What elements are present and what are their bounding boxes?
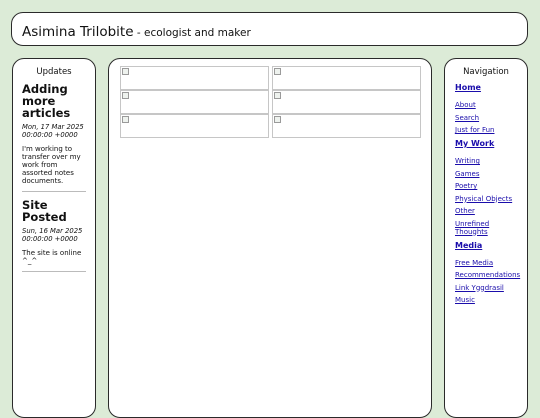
nav-link-writing[interactable]: Writing: [455, 157, 517, 165]
nav-section-home: Home About Search Just for Fun: [455, 83, 517, 134]
nav-link-free-media[interactable]: Free Media: [455, 259, 517, 267]
gallery-image[interactable]: [120, 66, 269, 90]
navigation-panel[interactable]: Navigation Home About Search Just for Fu…: [444, 58, 528, 418]
nav-link-unrefined-thoughts[interactable]: Unrefined Thoughts: [455, 220, 517, 236]
nav-heading-my-work[interactable]: My Work: [455, 139, 517, 148]
navigation-title: Navigation: [463, 67, 509, 77]
nav-link-just-for-fun[interactable]: Just for Fun: [455, 126, 517, 134]
nav-section-media: Media Free Media Recommendations Link Yg…: [455, 241, 520, 305]
update-post: Adding more articles Mon, 17 Mar 2025 00…: [22, 83, 86, 192]
title-separator: -: [133, 27, 145, 39]
nav-heading-media[interactable]: Media: [455, 241, 517, 250]
site-title[interactable]: Asimina Trilobite: [22, 24, 134, 40]
nav-link-about[interactable]: About: [455, 101, 517, 109]
gallery-image[interactable]: [272, 114, 421, 138]
site-header: Asimina Trilobite - ecologist and maker: [11, 12, 528, 46]
broken-image-icon: [122, 116, 129, 123]
nav-section-my-work: My Work Writing Games Poetry Physical Ob…: [455, 139, 517, 236]
post-body: The site is online ^_^: [22, 249, 82, 265]
updates-panel[interactable]: Updates Adding more articles Mon, 17 Mar…: [12, 58, 96, 418]
nav-link-physical-objects[interactable]: Physical Objects: [455, 195, 517, 203]
nav-link-recommendations[interactable]: Recommendations: [455, 271, 520, 279]
site-subtitle: ecologist and maker: [144, 27, 251, 39]
nav-link-music[interactable]: Music: [455, 296, 517, 304]
post-title: Site Posted: [22, 198, 67, 224]
nav-heading-home[interactable]: Home: [455, 83, 517, 92]
nav-link-games[interactable]: Games: [455, 170, 517, 178]
broken-image-icon: [122, 92, 129, 99]
gallery-image[interactable]: [120, 114, 269, 138]
broken-image-icon: [274, 116, 281, 123]
nav-link-search[interactable]: Search: [455, 114, 517, 122]
main-content[interactable]: [108, 58, 432, 418]
post-body: I'm working to transfer over my work fro…: [22, 145, 81, 185]
update-post: Site Posted Sun, 16 Mar 2025 00:00:00 +0…: [22, 199, 86, 272]
gallery-image[interactable]: [272, 66, 421, 90]
gallery-image[interactable]: [120, 90, 269, 114]
nav-link-link-yggdrasil[interactable]: Link Yggdrasil: [455, 284, 517, 292]
nav-link-poetry[interactable]: Poetry: [455, 182, 517, 190]
post-title: Adding more articles: [22, 82, 71, 120]
post-date: Mon, 17 Mar 2025 00:00:00 +0000: [22, 123, 84, 139]
broken-image-icon: [122, 68, 129, 75]
updates-title: Updates: [36, 67, 72, 77]
post-date: Sun, 16 Mar 2025 00:00:00 +0000: [22, 227, 83, 243]
broken-image-icon: [274, 68, 281, 75]
gallery-image[interactable]: [272, 90, 421, 114]
broken-image-icon: [274, 92, 281, 99]
nav-link-other[interactable]: Other: [455, 207, 517, 215]
